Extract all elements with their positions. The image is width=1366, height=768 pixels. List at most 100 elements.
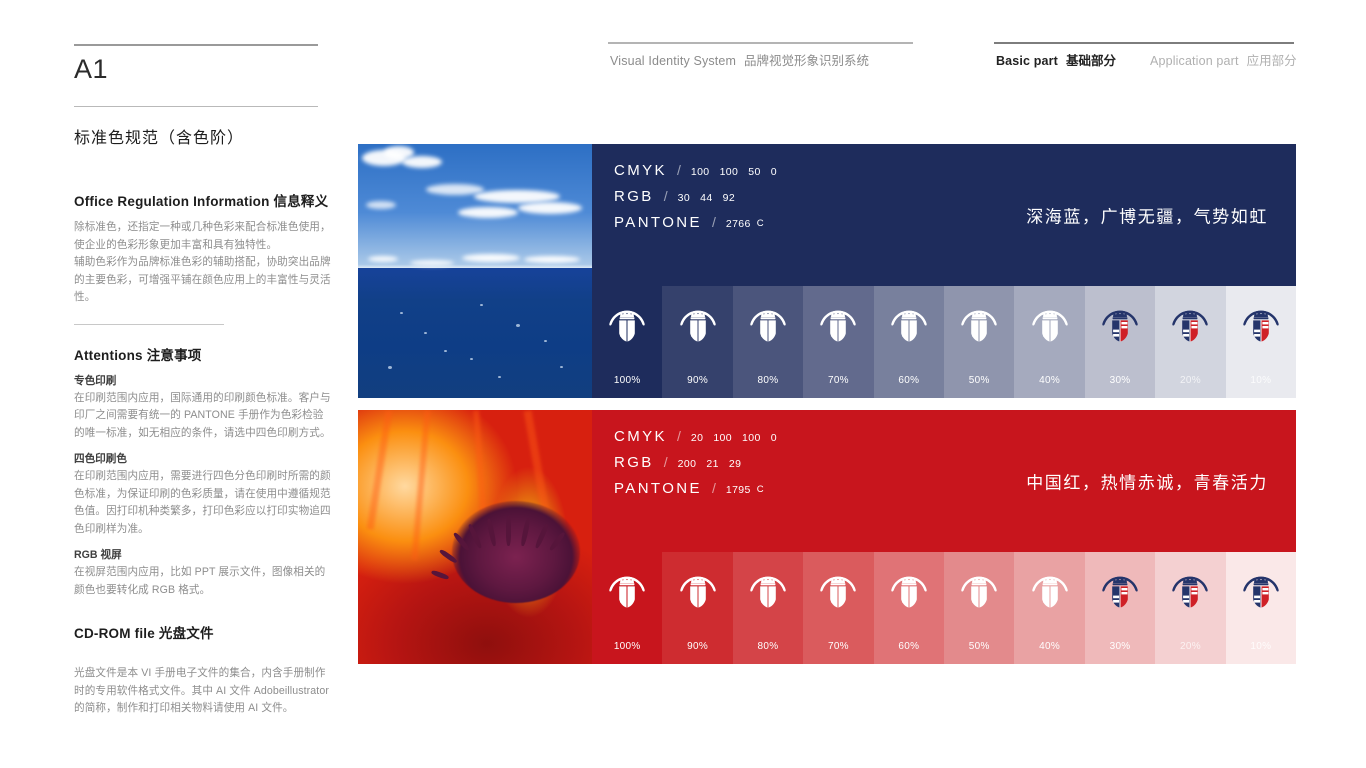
vi-manual-page: A1 Visual Identity System 品牌视觉形象识别系统 Bas… xyxy=(0,0,1366,768)
section-heading-en: Office Regulation Information xyxy=(74,194,270,209)
tint-percentage-label: 50% xyxy=(968,375,990,386)
tint-swatch[interactable]: 50% xyxy=(944,286,1015,398)
tint-swatch[interactable]: 60% xyxy=(873,286,945,398)
spec-values: 100 100 50 0 xyxy=(691,166,777,178)
tint-swatch[interactable]: 60% xyxy=(873,552,945,664)
tint-swatch[interactable]: 70% xyxy=(803,552,874,664)
page-code: A1 xyxy=(74,54,109,84)
spec-label: CMYK xyxy=(614,428,667,445)
spec-line-cmyk: CMYK / 20 100 100 0 xyxy=(614,428,1296,445)
spec-separator: / xyxy=(663,188,668,204)
spec-value-suffix: C xyxy=(756,218,765,229)
section-heading: Attentions 注意事项 xyxy=(74,344,332,364)
brand-crest-icon xyxy=(1169,307,1211,354)
brand-crest-icon xyxy=(677,573,719,620)
tint-percentage-label: 80% xyxy=(757,375,779,386)
tint-percentage-label: 20% xyxy=(1179,641,1201,652)
nav-label-en: Basic part xyxy=(996,54,1058,68)
header-rule-right xyxy=(994,42,1294,44)
blue-tint-scale: 100% 90% 80% 70% 60% 50% 40% 30% 20% 10% xyxy=(592,286,1297,398)
tint-swatch[interactable]: 40% xyxy=(1014,286,1085,398)
tint-percentage-label: 80% xyxy=(757,641,779,652)
nav-item-application-part[interactable]: Application part 应用部分 xyxy=(1150,50,1297,69)
spec-separator: / xyxy=(676,162,681,178)
section-heading: Office Regulation Information 信息释义 xyxy=(74,190,332,210)
spec-value: 100 xyxy=(713,432,733,444)
tint-swatch[interactable]: 20% xyxy=(1155,286,1226,398)
tint-percentage-label: 70% xyxy=(827,641,849,652)
tint-swatch[interactable]: 80% xyxy=(732,286,804,398)
tint-swatch[interactable]: 100% xyxy=(592,552,663,664)
spec-values: 20 100 100 0 xyxy=(691,432,777,444)
spec-values: 2766 C xyxy=(726,218,764,230)
tint-swatch[interactable]: 90% xyxy=(662,552,733,664)
tint-swatch[interactable]: 90% xyxy=(662,286,733,398)
section-heading: CD-ROM file 光盘文件 xyxy=(74,622,332,642)
nav-item-visual-identity-system[interactable]: Visual Identity System 品牌视觉形象识别系统 xyxy=(610,50,869,69)
tint-swatch[interactable]: 10% xyxy=(1225,552,1297,664)
tint-swatch[interactable]: 30% xyxy=(1084,286,1156,398)
nav-label-cn: 应用部分 xyxy=(1246,54,1297,68)
tint-percentage-label: 30% xyxy=(1109,641,1131,652)
spec-value: 92 xyxy=(722,192,736,204)
spec-label: PANTONE xyxy=(614,214,702,231)
tint-percentage-label: 90% xyxy=(687,641,709,652)
brand-crest-icon xyxy=(606,573,648,620)
brand-crest-icon xyxy=(1029,573,1071,620)
spec-value: 0 xyxy=(770,166,778,178)
spec-value: 200 xyxy=(677,458,697,470)
tint-swatch[interactable]: 30% xyxy=(1084,552,1156,664)
spec-value: 29 xyxy=(728,458,742,470)
brand-crest-icon xyxy=(888,573,930,620)
spec-label: RGB xyxy=(614,188,654,205)
tint-swatch[interactable]: 40% xyxy=(1014,552,1085,664)
brand-crest-icon xyxy=(1099,307,1141,354)
attention-subheading: 专色印刷 xyxy=(74,374,117,387)
section-attentions: Attentions 注意事项 专色印刷 在印刷范围内应用，国际通用的印刷颜色标… xyxy=(74,344,332,600)
spec-separator: / xyxy=(676,428,681,444)
brand-crest-icon xyxy=(747,573,789,620)
red-spec-area: CMYK / 20 100 100 0 RGB / 200 21 29 PANT… xyxy=(592,410,1296,552)
spec-value: 0 xyxy=(770,432,778,444)
tint-percentage-label: 100% xyxy=(613,641,641,652)
page-code-underline xyxy=(74,106,318,107)
spec-value: 2766 xyxy=(725,218,751,230)
spec-value-suffix: C xyxy=(756,484,765,495)
tint-percentage-label: 10% xyxy=(1250,641,1272,652)
spec-value: 20 xyxy=(690,432,704,444)
spec-value: 100 xyxy=(719,166,739,178)
brand-crest-icon xyxy=(888,307,930,354)
spec-label: CMYK xyxy=(614,162,667,179)
tint-percentage-label: 90% xyxy=(687,375,709,386)
brand-crest-icon xyxy=(817,307,859,354)
palette-slogan: 中国红，热情赤诚，青春活力 xyxy=(1026,473,1268,493)
section-heading-cn: 信息释义 xyxy=(273,194,329,209)
nav-label-cn: 基础部分 xyxy=(1065,54,1116,68)
brand-crest-icon xyxy=(958,573,1000,620)
spec-value: 1795 xyxy=(725,484,751,496)
tint-percentage-label: 70% xyxy=(827,375,849,386)
blue-spec-area: CMYK / 100 100 50 0 RGB / 30 44 92 PANTO… xyxy=(592,144,1296,286)
tint-percentage-label: 100% xyxy=(613,375,641,386)
spec-label: RGB xyxy=(614,454,654,471)
header-rule-middle xyxy=(608,42,913,44)
tint-swatch[interactable]: 50% xyxy=(944,552,1015,664)
red-tint-scale: 100% 90% 80% 70% 60% 50% 40% 30% 20% 10% xyxy=(592,552,1297,664)
tint-swatch[interactable]: 10% xyxy=(1225,286,1297,398)
section-paragraph: 光盘文件是本 VI 手册电子文件的集合，内含手册制作时的专用软件格式文件。其中 … xyxy=(74,667,329,714)
section-heading-en: Attentions xyxy=(74,347,143,363)
ocean-photo xyxy=(358,144,592,398)
nav-item-basic-part[interactable]: Basic part 基础部分 xyxy=(996,50,1116,69)
tint-percentage-label: 30% xyxy=(1109,375,1131,386)
tint-swatch[interactable]: 80% xyxy=(732,552,804,664)
tint-swatch[interactable]: 70% xyxy=(803,286,874,398)
section-cd-rom-file: CD-ROM file 光盘文件 光盘文件是本 VI 手册电子文件的集合，内含手… xyxy=(74,622,332,718)
tint-swatch[interactable]: 100% xyxy=(592,286,663,398)
attention-text: 在印刷范围内应用，国际通用的印刷颜色标准。客户与印厂之间需要有统一的 PANTO… xyxy=(74,391,331,439)
nav-label-en: Visual Identity System xyxy=(610,54,737,68)
blue-swatch-block: CMYK / 100 100 50 0 RGB / 30 44 92 PANTO… xyxy=(592,144,1297,398)
attention-text: 在视屏范围内应用，比如 PPT 展示文件，图像相关的颜色也要转化成 RGB 格式… xyxy=(74,566,326,596)
tint-swatch[interactable]: 20% xyxy=(1155,552,1226,664)
brand-crest-icon xyxy=(1240,573,1282,620)
tint-percentage-label: 40% xyxy=(1039,375,1061,386)
